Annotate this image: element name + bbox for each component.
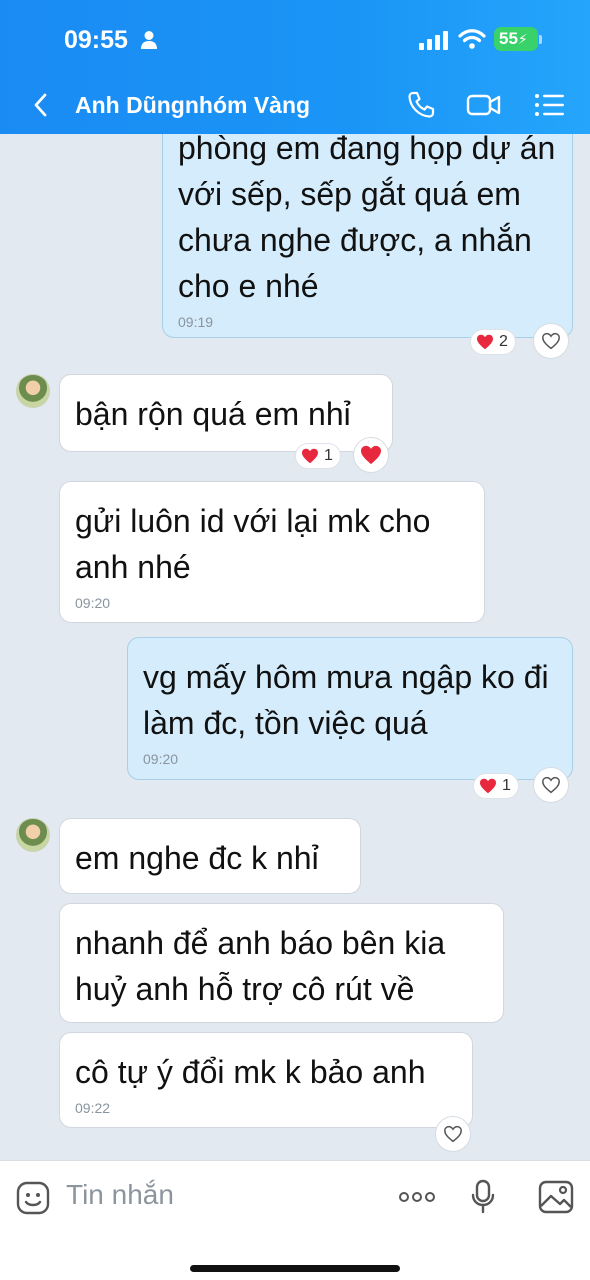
phone-icon[interactable] [404, 88, 440, 122]
reaction-badge[interactable]: 1 [473, 773, 519, 799]
heart-outline-icon [542, 332, 560, 350]
message-bubble-outgoing[interactable]: phòng em đang họp dự án với sếp, sếp gắt… [162, 100, 573, 338]
sticker-icon[interactable] [16, 1181, 50, 1215]
home-indicator [190, 1265, 400, 1272]
message-text: em nghe đc k nhỉ [75, 840, 319, 876]
chat-title[interactable]: Anh Dũngnhóm Vàng [75, 92, 310, 119]
battery-indicator: 55⚡ [494, 27, 538, 51]
person-icon [141, 31, 157, 49]
message-bubble-incoming[interactable]: bận rộn quá em nhỉ [59, 374, 393, 452]
message-bubble-incoming[interactable]: em nghe đc k nhỉ [59, 818, 361, 894]
message-text: gửi luôn id với lại mk cho anh nhé [75, 503, 431, 585]
message-text: vg mấy hôm mưa ngập ko đi làm đc, tồn vi… [143, 659, 549, 741]
message-text: cô tự ý đổi mk k bảo anh [75, 1054, 426, 1090]
message-text: nhanh để anh báo bên kia huỷ anh hỗ trợ … [75, 925, 446, 1007]
battery-tip [539, 35, 542, 44]
status-bar: 09:55 55⚡ [0, 26, 590, 56]
message-composer: Tin nhắn [0, 1160, 590, 1280]
heart-icon [302, 448, 318, 464]
nav-bar: Anh Dũngnhóm Vàng [0, 86, 590, 126]
message-bubble-incoming[interactable]: nhanh để anh báo bên kia huỷ anh hỗ trợ … [59, 903, 504, 1023]
status-time: 09:55 [64, 26, 128, 54]
message-input[interactable]: Tin nhắn [66, 1179, 174, 1211]
message-time: 09:20 [143, 751, 179, 767]
message-time: 09:22 [75, 1100, 111, 1116]
heart-icon [477, 334, 493, 350]
message-text: phòng em đang họp dự án với sếp, sếp gắt… [178, 130, 556, 304]
cellular-signal-icon [419, 31, 448, 50]
charging-bolt-icon: ⚡ [517, 31, 528, 47]
message-time: 09:20 [75, 595, 111, 611]
reaction-count: 2 [499, 333, 508, 350]
message-text: bận rộn quá em nhỉ [75, 396, 351, 432]
heart-icon [361, 445, 381, 465]
back-chevron-icon[interactable] [30, 90, 52, 120]
message-bubble-outgoing[interactable]: vg mấy hôm mưa ngập ko đi làm đc, tồn vi… [127, 637, 573, 780]
image-icon[interactable] [538, 1179, 574, 1215]
react-button[interactable] [353, 437, 389, 473]
avatar[interactable] [16, 374, 50, 408]
reaction-count: 1 [502, 777, 511, 794]
chat-area: phòng em đang họp dự án với sếp, sếp gắt… [0, 0, 590, 1160]
heart-outline-icon [444, 1125, 462, 1143]
react-button[interactable] [533, 323, 569, 359]
message-bubble-incoming[interactable]: gửi luôn id với lại mk cho anh nhé 09:20 [59, 481, 485, 623]
more-icon[interactable] [398, 1191, 436, 1203]
reaction-badge[interactable]: 2 [470, 329, 516, 355]
battery-level: 55 [499, 29, 518, 48]
chat-header: 09:55 55⚡ Anh Dũngnhóm Vàng [0, 0, 590, 134]
microphone-icon[interactable] [470, 1179, 496, 1215]
list-menu-icon[interactable] [532, 88, 568, 122]
avatar[interactable] [16, 818, 50, 852]
heart-outline-icon [542, 776, 560, 794]
heart-icon [480, 778, 496, 794]
react-button[interactable] [533, 767, 569, 803]
wifi-icon [458, 29, 486, 49]
reaction-count: 1 [324, 447, 333, 464]
react-button[interactable] [435, 1116, 471, 1152]
message-bubble-incoming[interactable]: cô tự ý đổi mk k bảo anh 09:22 [59, 1032, 473, 1128]
reaction-badge[interactable]: 1 [295, 443, 341, 469]
video-call-icon[interactable] [466, 88, 502, 122]
